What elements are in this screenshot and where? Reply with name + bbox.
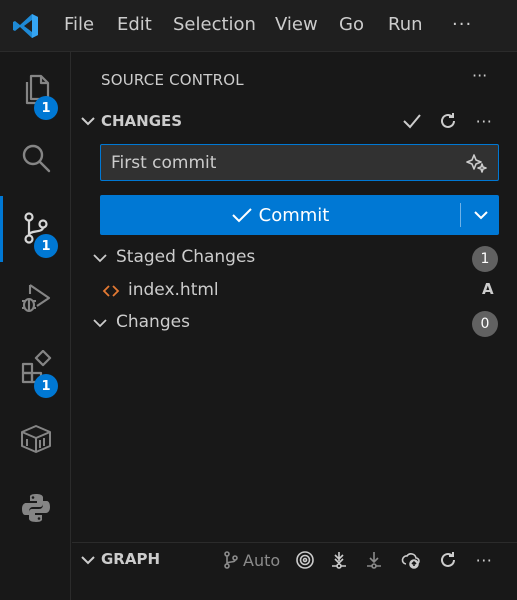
activity-extensions[interactable]: 1 [0,334,71,402]
commit-message-input[interactable] [100,144,499,181]
commit-button-label: Commit [258,204,330,226]
staged-changes-group[interactable]: Staged Changes 1 [72,242,517,274]
check-icon [403,114,421,129]
file-item-index-html[interactable]: index.html A [72,275,517,307]
commit-button[interactable]: Commit [100,195,499,235]
activity-source-control[interactable]: 1 [0,194,71,262]
menu-selection[interactable]: Selection [173,14,256,35]
view-more-button[interactable]: ··· [472,66,487,85]
activity-remote-explorer[interactable] [0,404,71,472]
activity-bar: 1 1 1 [0,52,71,600]
commit-check-button[interactable] [399,108,425,134]
extensions-badge: 1 [34,374,58,398]
chevron-down-icon [93,319,107,328]
staged-changes-label: Staged Changes [116,247,256,267]
commit-button-main[interactable]: Commit [100,195,460,235]
fetch-icon [332,552,346,569]
python-icon [21,494,50,522]
activity-python[interactable] [0,474,71,542]
run-debug-icon [21,284,50,313]
explorer-badge: 1 [34,96,58,120]
changes-more-button[interactable]: ··· [471,108,497,134]
menu-view[interactable]: View [275,14,318,35]
cloud-upload-icon [401,553,420,569]
commit-button-divider [460,203,461,227]
changes-count-badge: 0 [472,311,498,337]
graph-pull-button[interactable] [361,547,387,573]
chevron-down-icon [93,254,107,263]
refresh-icon [441,552,455,567]
target-icon [296,551,314,569]
remote-explorer-icon [20,425,51,453]
graph-refresh-button[interactable] [435,547,461,573]
changes-group[interactable]: Changes 0 [72,307,517,339]
graph-section-header[interactable]: GRAPH Auto ··· [72,542,517,576]
menu-go[interactable]: Go [339,14,364,35]
graph-target-button[interactable] [292,547,318,573]
chevron-down-icon [81,117,95,126]
graph-more-button[interactable]: ··· [471,547,497,573]
branch-icon [224,551,238,569]
title-bar: File Edit Selection View Go Run ··· [0,0,517,52]
chevron-down-icon [81,556,95,565]
source-control-sidebar: SOURCE CONTROL ··· CHANGES ··· First com… [72,52,517,600]
graph-branch-button[interactable] [218,547,244,573]
changes-section-title: CHANGES [101,112,183,130]
activity-search[interactable] [0,124,71,192]
changes-section-header[interactable]: CHANGES ··· [72,106,517,136]
chevron-down-icon [473,211,488,220]
view-title: SOURCE CONTROL [101,71,244,89]
menu-run[interactable]: Run [388,14,423,35]
graph-section-title: GRAPH [101,550,161,568]
menu-more-button[interactable]: ··· [452,14,472,35]
activity-explorer[interactable]: 1 [0,56,71,124]
file-status: A [482,280,494,298]
changes-label: Changes [116,312,190,332]
refresh-button[interactable] [435,108,461,134]
graph-push-button[interactable] [398,547,424,573]
vscode-logo-icon [13,14,38,38]
commit-dropdown-button[interactable] [462,195,499,235]
menu-file[interactable]: File [64,14,94,35]
sparkle-icon[interactable] [466,152,488,174]
html-file-icon [102,285,120,297]
file-name: index.html [128,280,219,300]
check-icon [231,208,252,223]
graph-fetch-button[interactable] [326,547,352,573]
pull-icon [367,552,381,569]
menu-edit[interactable]: Edit [117,14,152,35]
activity-run-debug[interactable] [0,264,71,332]
staged-count-badge: 1 [472,246,498,272]
search-icon [22,144,50,173]
refresh-icon [441,113,455,128]
graph-auto-label[interactable]: Auto [243,551,280,570]
source-control-badge: 1 [34,234,58,258]
